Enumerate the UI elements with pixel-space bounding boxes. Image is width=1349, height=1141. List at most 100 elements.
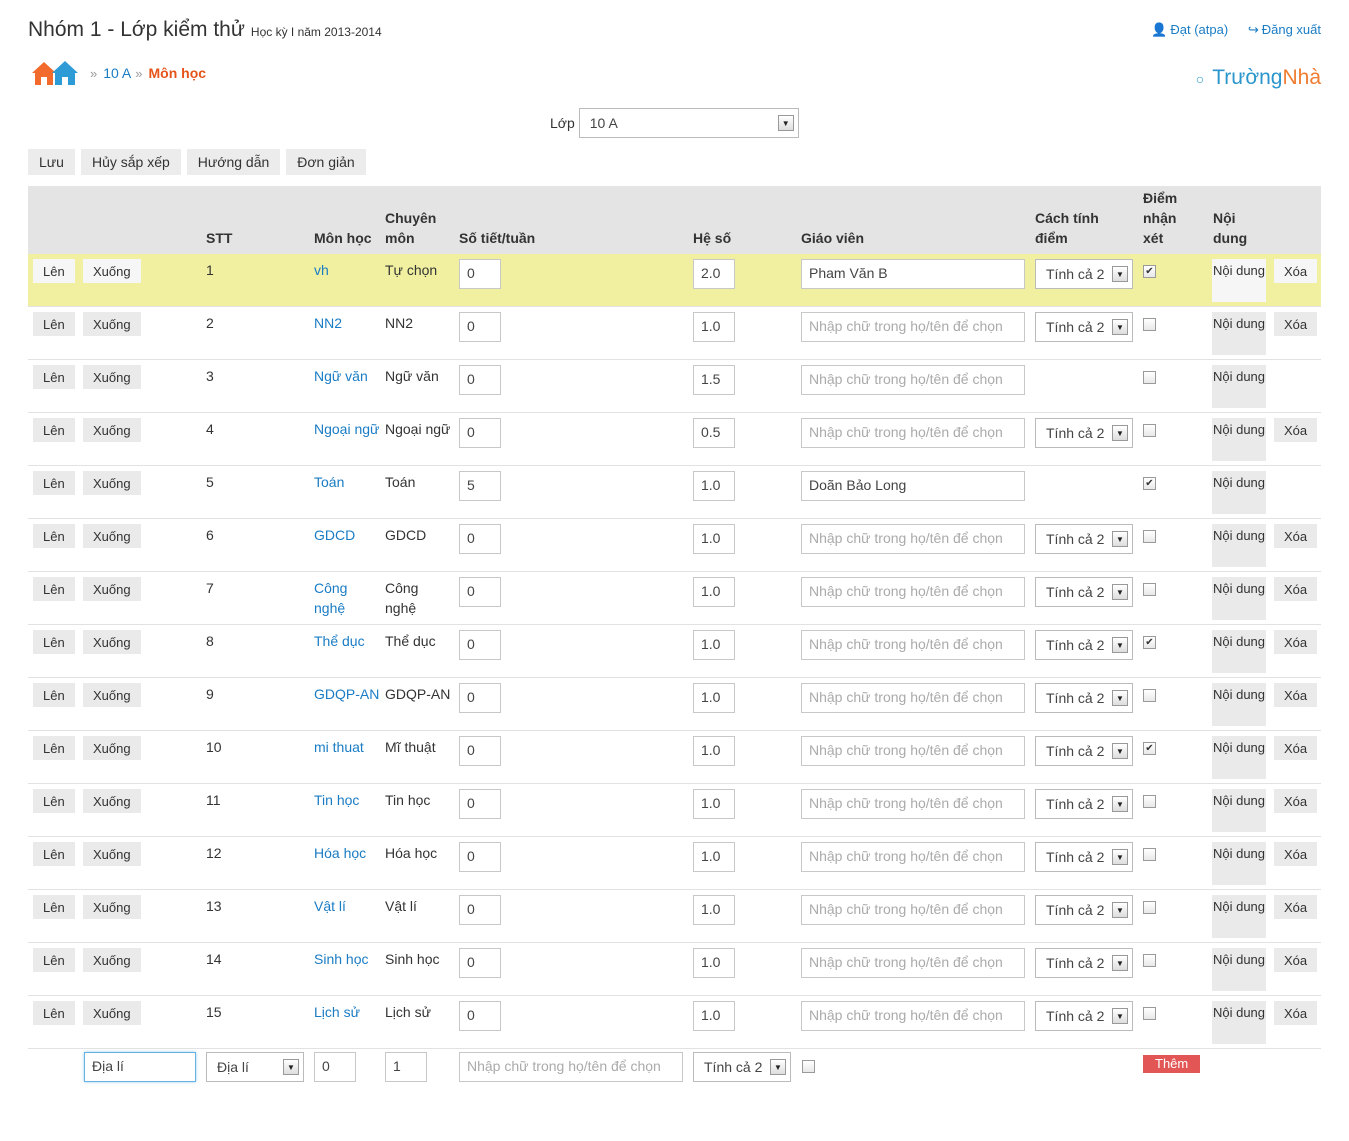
coef-input[interactable]: 1.0 bbox=[693, 1001, 735, 1031]
periods-input[interactable]: 0 bbox=[459, 577, 501, 607]
periods-input[interactable]: 0 bbox=[459, 948, 501, 978]
subject-link[interactable]: Thể dục bbox=[314, 631, 380, 651]
content-button[interactable]: Nội dung bbox=[1212, 577, 1266, 620]
subject-link[interactable]: Toán bbox=[314, 472, 380, 492]
delete-button[interactable]: Xóa bbox=[1274, 683, 1318, 707]
delete-button[interactable]: Xóa bbox=[1274, 789, 1318, 813]
subject-link[interactable]: Hóa học bbox=[314, 843, 380, 863]
coef-input[interactable]: 1.0 bbox=[693, 630, 735, 660]
calc-method-select[interactable]: Tính cả 2 ▼ bbox=[1035, 842, 1133, 872]
subject-link[interactable]: mi thuat bbox=[314, 737, 380, 757]
comment-checkbox[interactable]: ✔ bbox=[1143, 742, 1156, 755]
coef-input[interactable]: 1.0 bbox=[693, 524, 735, 554]
periods-input[interactable]: 5 bbox=[459, 471, 501, 501]
coef-input[interactable]: 1.0 bbox=[693, 842, 735, 872]
cancel-sort-button[interactable]: Hủy sắp xếp bbox=[80, 149, 181, 175]
periods-input[interactable]: 0 bbox=[459, 736, 501, 766]
content-button[interactable]: Nội dung bbox=[1212, 948, 1266, 991]
coef-input[interactable]: 2.0 bbox=[693, 259, 735, 289]
comment-checkbox[interactable] bbox=[1143, 795, 1156, 808]
delete-button[interactable]: Xóa bbox=[1274, 259, 1318, 283]
coef-input[interactable]: 1.0 bbox=[693, 736, 735, 766]
move-up-button[interactable]: Lên bbox=[33, 1001, 75, 1025]
teacher-input[interactable]: Nhập chữ trong họ/tên để chọn bbox=[801, 630, 1025, 660]
content-button[interactable]: Nội dung bbox=[1212, 842, 1266, 885]
periods-input[interactable]: 0 bbox=[459, 842, 501, 872]
subject-link[interactable]: Công nghệ bbox=[314, 578, 380, 618]
subject-link[interactable]: Tin học bbox=[314, 790, 380, 810]
move-up-button[interactable]: Lên bbox=[33, 577, 75, 601]
teacher-input[interactable]: Nhập chữ trong họ/tên để chọn bbox=[801, 736, 1025, 766]
move-down-button[interactable]: Xuống bbox=[83, 312, 141, 336]
coef-input[interactable]: 1.0 bbox=[693, 683, 735, 713]
periods-input[interactable]: 0 bbox=[459, 312, 501, 342]
coef-input[interactable]: 1.0 bbox=[693, 789, 735, 819]
calc-method-select[interactable]: Tính cả 2 ▼ bbox=[1035, 895, 1133, 925]
new-subject-teacher-input[interactable]: Nhập chữ trong họ/tên để chọn bbox=[459, 1052, 683, 1082]
move-up-button[interactable]: Lên bbox=[33, 630, 75, 654]
move-down-button[interactable]: Xuống bbox=[83, 471, 141, 495]
teacher-input[interactable]: Nhập chữ trong họ/tên để chọn bbox=[801, 577, 1025, 607]
subject-link[interactable]: GDCD bbox=[314, 525, 380, 545]
comment-checkbox[interactable] bbox=[1143, 954, 1156, 967]
brand-logo[interactable]: ○ TrườngNhà bbox=[1196, 66, 1321, 90]
periods-input[interactable]: 0 bbox=[459, 259, 501, 289]
move-down-button[interactable]: Xuống bbox=[83, 683, 141, 707]
subject-link[interactable]: Vật lí bbox=[314, 896, 380, 916]
subject-link[interactable]: Ngoại ngữ bbox=[314, 419, 380, 439]
content-button[interactable]: Nội dung bbox=[1212, 365, 1266, 408]
new-subject-coef-input[interactable]: 1 bbox=[385, 1052, 427, 1082]
content-button[interactable]: Nội dung bbox=[1212, 1001, 1266, 1044]
comment-checkbox[interactable] bbox=[1143, 901, 1156, 914]
subject-link[interactable]: Sinh học bbox=[314, 949, 380, 969]
periods-input[interactable]: 0 bbox=[459, 418, 501, 448]
teacher-input[interactable]: Nhập chữ trong họ/tên để chọn bbox=[801, 842, 1025, 872]
calc-method-select[interactable]: Tính cả 2 ▼ bbox=[1035, 948, 1133, 978]
move-up-button[interactable]: Lên bbox=[33, 948, 75, 972]
move-down-button[interactable]: Xuống bbox=[83, 365, 141, 389]
content-button[interactable]: Nội dung bbox=[1212, 736, 1266, 779]
comment-checkbox[interactable] bbox=[1143, 1007, 1156, 1020]
class-select[interactable]: 10 A ▼ bbox=[578, 108, 799, 138]
move-down-button[interactable]: Xuống bbox=[83, 895, 141, 919]
move-up-button[interactable]: Lên bbox=[33, 736, 75, 760]
periods-input[interactable]: 0 bbox=[459, 683, 501, 713]
calc-method-select[interactable]: Tính cả 2 ▼ bbox=[1035, 736, 1133, 766]
delete-button[interactable]: Xóa bbox=[1274, 842, 1318, 866]
calc-method-select[interactable]: Tính cả 2 ▼ bbox=[1035, 789, 1133, 819]
subject-link[interactable]: vh bbox=[314, 260, 380, 280]
home-icon[interactable] bbox=[30, 59, 80, 87]
move-down-button[interactable]: Xuống bbox=[83, 1001, 141, 1025]
content-button[interactable]: Nội dung bbox=[1212, 418, 1266, 461]
periods-input[interactable]: 0 bbox=[459, 524, 501, 554]
teacher-input[interactable]: Nhập chữ trong họ/tên để chọn bbox=[801, 895, 1025, 925]
logout-link[interactable]: ↪ Đăng xuất bbox=[1248, 22, 1321, 37]
subject-link[interactable]: NN2 bbox=[314, 313, 380, 333]
periods-input[interactable]: 0 bbox=[459, 789, 501, 819]
comment-checkbox[interactable] bbox=[1143, 530, 1156, 543]
breadcrumb-class-link[interactable]: 10 A bbox=[103, 65, 131, 81]
move-down-button[interactable]: Xuống bbox=[83, 948, 141, 972]
new-subject-comment-checkbox[interactable] bbox=[802, 1060, 815, 1073]
teacher-input[interactable]: Nhập chữ trong họ/tên để chọn bbox=[801, 1001, 1025, 1031]
move-down-button[interactable]: Xuống bbox=[83, 418, 141, 442]
content-button[interactable]: Nội dung bbox=[1212, 895, 1266, 938]
delete-button[interactable]: Xóa bbox=[1274, 312, 1318, 336]
move-up-button[interactable]: Lên bbox=[33, 418, 75, 442]
add-subject-button[interactable]: Thêm bbox=[1143, 1055, 1201, 1073]
calc-method-select[interactable]: Tính cả 2 ▼ bbox=[1035, 312, 1133, 342]
save-button[interactable]: Lưu bbox=[28, 149, 75, 175]
calc-method-select[interactable]: Tính cả 2 ▼ bbox=[1035, 418, 1133, 448]
coef-input[interactable]: 1.0 bbox=[693, 312, 735, 342]
calc-method-select[interactable]: Tính cả 2 ▼ bbox=[1035, 683, 1133, 713]
move-up-button[interactable]: Lên bbox=[33, 365, 75, 389]
periods-input[interactable]: 0 bbox=[459, 1001, 501, 1031]
content-button[interactable]: Nội dung bbox=[1212, 524, 1266, 567]
content-button[interactable]: Nội dung bbox=[1212, 630, 1266, 673]
move-down-button[interactable]: Xuống bbox=[83, 842, 141, 866]
teacher-input[interactable]: Nhập chữ trong họ/tên để chọn bbox=[801, 312, 1025, 342]
move-down-button[interactable]: Xuống bbox=[83, 259, 141, 283]
move-up-button[interactable]: Lên bbox=[33, 471, 75, 495]
periods-input[interactable]: 0 bbox=[459, 365, 501, 395]
content-button[interactable]: Nội dung bbox=[1212, 259, 1266, 302]
